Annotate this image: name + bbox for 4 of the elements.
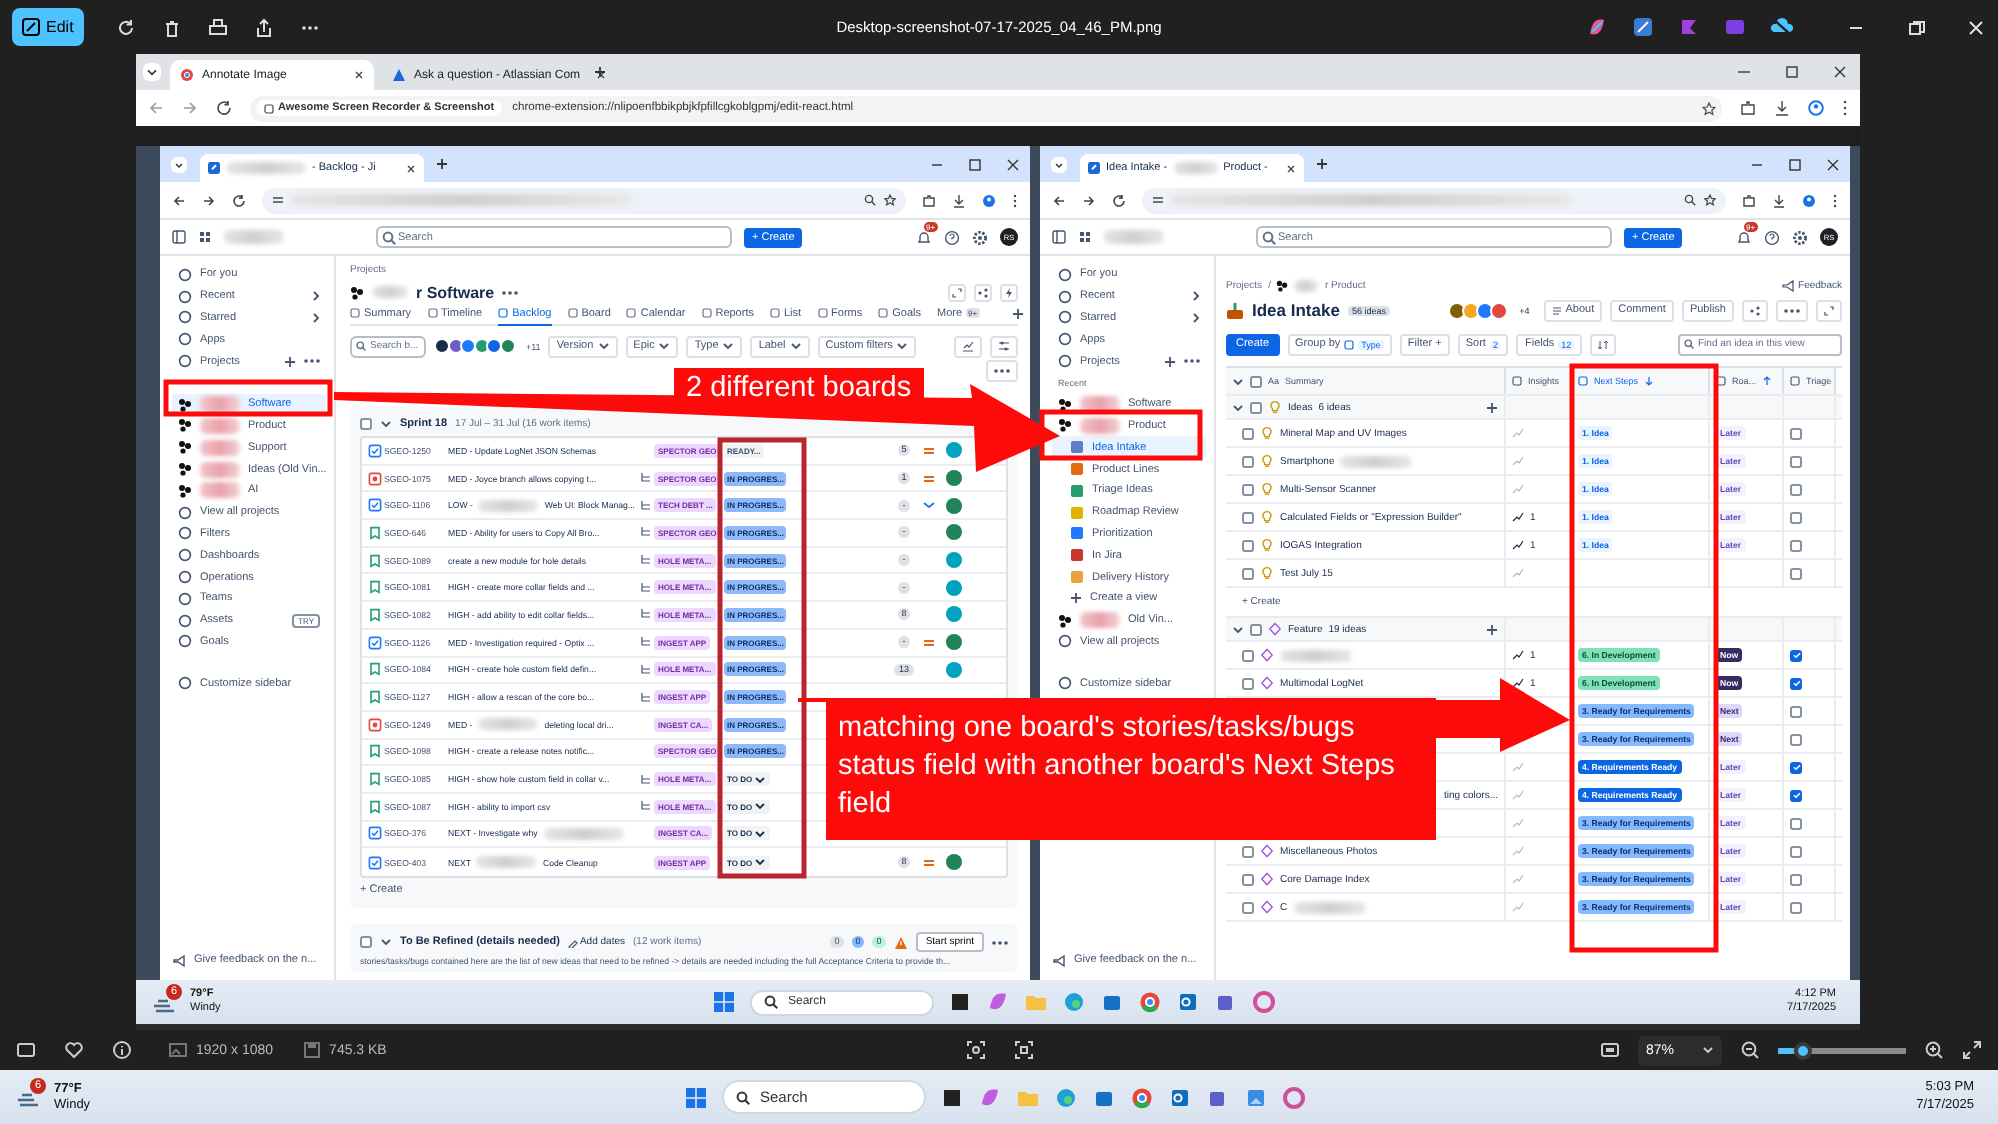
edit-button[interactable]: Edit	[12, 8, 84, 46]
page-title: Idea Intake	[1252, 300, 1340, 320]
callout-label: matching one board's stories/tasks/bugs status field with another board's Next Steps field	[826, 698, 1436, 840]
project-title: r Software	[416, 283, 495, 301]
